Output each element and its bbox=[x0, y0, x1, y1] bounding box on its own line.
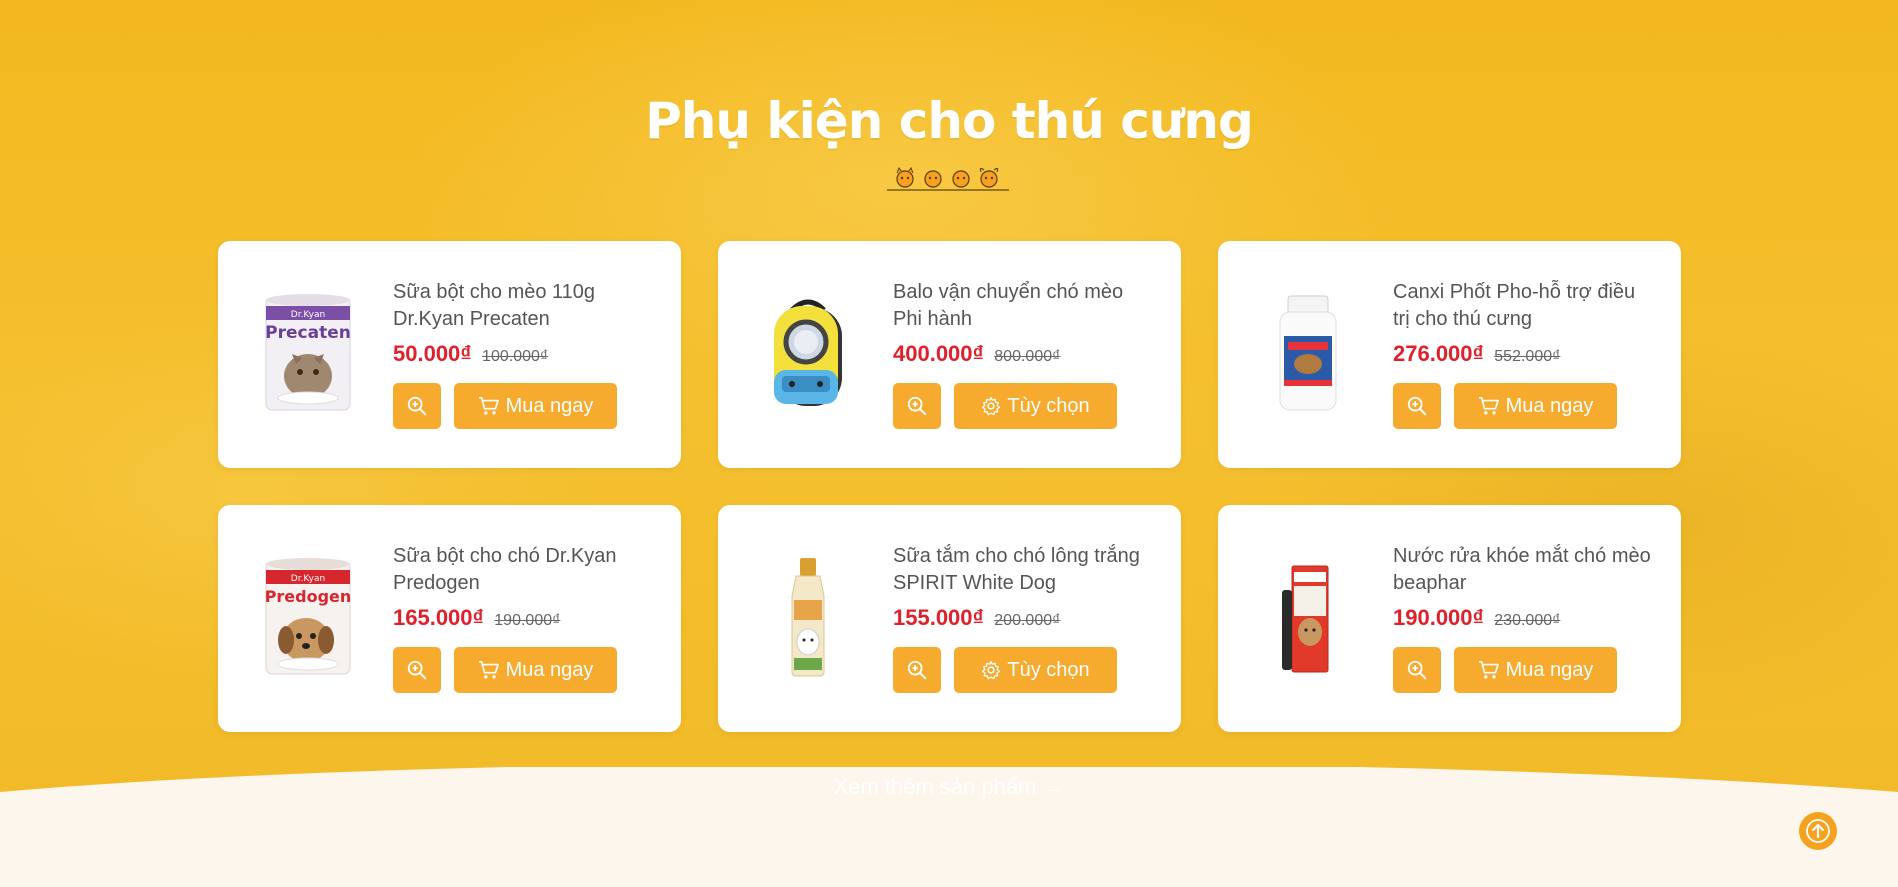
product-old-price: 200.000₫ bbox=[994, 612, 1061, 629]
product-old-price: 100.000₫ bbox=[482, 348, 549, 365]
product-price: 276.000₫ bbox=[1393, 341, 1484, 366]
svg-text:Dr.Kyan: Dr.Kyan bbox=[291, 310, 325, 320]
product-price: 400.000₫ bbox=[893, 341, 984, 366]
buy-now-label: Mua ngay bbox=[505, 658, 594, 681]
product-prices: 155.000₫ 200.000₫ bbox=[893, 605, 1060, 631]
zoom-in-icon bbox=[407, 396, 427, 416]
product-image[interactable]: Dr.Kyan Predogen bbox=[256, 543, 360, 693]
buy-now-button[interactable]: Mua ngay bbox=[1454, 647, 1617, 693]
options-button[interactable]: Tùy chọn bbox=[954, 383, 1117, 429]
quick-view-button[interactable] bbox=[893, 383, 941, 429]
product-prices: 190.000₫ 230.000₫ bbox=[1393, 605, 1560, 631]
gear-icon bbox=[982, 397, 1001, 416]
product-image[interactable] bbox=[756, 279, 860, 429]
product-card[interactable]: Balo vận chuyển chó mèo Phi hành 400.000… bbox=[718, 241, 1181, 468]
product-card[interactable]: Sữa tắm cho chó lông trắng SPIRIT White … bbox=[718, 505, 1181, 732]
back-to-top-button[interactable] bbox=[1799, 812, 1837, 850]
product-old-price: 800.000₫ bbox=[994, 348, 1061, 365]
gear-icon bbox=[982, 661, 1001, 680]
svg-text:Predogen: Predogen bbox=[265, 587, 352, 606]
product-card[interactable]: Nước rửa khóe mắt chó mèo beaphar 190.00… bbox=[1218, 505, 1681, 732]
zoom-in-icon bbox=[907, 660, 927, 680]
product-image[interactable] bbox=[1256, 279, 1360, 429]
buy-now-label: Mua ngay bbox=[1505, 658, 1594, 681]
product-price: 190.000₫ bbox=[1393, 605, 1484, 630]
product-prices: 165.000₫ 190.000₫ bbox=[393, 605, 560, 631]
pets-divider-icon bbox=[887, 166, 1009, 191]
cart-icon bbox=[478, 661, 499, 679]
product-price: 50.000₫ bbox=[393, 341, 472, 366]
buy-now-button[interactable]: Mua ngay bbox=[1454, 383, 1617, 429]
product-card[interactable]: Dr.Kyan Predogen Sữa bột cho chó Dr.Kyan… bbox=[218, 505, 681, 732]
product-name[interactable]: Balo vận chuyển chó mèo Phi hành bbox=[893, 279, 1153, 333]
product-card[interactable]: Dr.Kyan Precaten Sữa bột cho mèo 110g Dr… bbox=[218, 241, 681, 468]
zoom-in-icon bbox=[1407, 396, 1427, 416]
cart-icon bbox=[478, 397, 499, 415]
svg-text:Dr.Kyan: Dr.Kyan bbox=[291, 574, 325, 584]
product-old-price: 230.000₫ bbox=[1494, 612, 1561, 629]
quick-view-button[interactable] bbox=[393, 383, 441, 429]
product-card[interactable]: Canxi Phốt Pho-hỗ trợ điều trị cho thú c… bbox=[1218, 241, 1681, 468]
quick-view-button[interactable] bbox=[893, 647, 941, 693]
product-name[interactable]: Sữa tắm cho chó lông trắng SPIRIT White … bbox=[893, 543, 1153, 597]
zoom-in-icon bbox=[1407, 660, 1427, 680]
cart-icon bbox=[1478, 661, 1499, 679]
view-more-link[interactable]: Xem thêm sản phẩm → bbox=[833, 774, 1064, 799]
view-more-products: Xem thêm sản phẩm → bbox=[0, 774, 1898, 800]
quick-view-button[interactable] bbox=[1393, 647, 1441, 693]
quick-view-button[interactable] bbox=[1393, 383, 1441, 429]
product-image[interactable] bbox=[756, 543, 860, 693]
product-image[interactable]: Dr.Kyan Precaten bbox=[256, 279, 360, 429]
product-prices: 400.000₫ 800.000₫ bbox=[893, 341, 1060, 367]
quick-view-button[interactable] bbox=[393, 647, 441, 693]
zoom-in-icon bbox=[407, 660, 427, 680]
product-old-price: 190.000₫ bbox=[494, 612, 561, 629]
supplement-bottle-icon bbox=[1279, 295, 1337, 411]
product-price: 165.000₫ bbox=[393, 605, 484, 630]
options-button[interactable]: Tùy chọn bbox=[954, 647, 1117, 693]
options-label: Tùy chọn bbox=[1007, 658, 1090, 681]
product-name[interactable]: Sữa bột cho mèo 110g Dr.Kyan Precaten bbox=[393, 279, 653, 333]
milk-can-cat-icon: Dr.Kyan Precaten bbox=[265, 294, 351, 411]
section-title: Phụ kiện cho thú cưng bbox=[645, 92, 1254, 150]
product-price: 155.000₫ bbox=[893, 605, 984, 630]
product-old-price: 552.000₫ bbox=[1494, 348, 1561, 365]
product-name[interactable]: Canxi Phốt Pho-hỗ trợ điều trị cho thú c… bbox=[1393, 279, 1653, 333]
product-prices: 50.000₫ 100.000₫ bbox=[393, 341, 548, 367]
svg-text:Precaten: Precaten bbox=[265, 323, 351, 343]
buy-now-label: Mua ngay bbox=[505, 394, 594, 417]
milk-can-dog-icon: Dr.Kyan Predogen bbox=[265, 558, 352, 675]
product-name[interactable]: Nước rửa khóe mắt chó mèo beaphar bbox=[1393, 543, 1653, 597]
zoom-in-icon bbox=[907, 396, 927, 416]
options-label: Tùy chọn bbox=[1007, 394, 1090, 417]
buy-now-label: Mua ngay bbox=[1505, 394, 1594, 417]
arrow-up-icon bbox=[1806, 819, 1830, 843]
product-image[interactable] bbox=[1256, 543, 1360, 693]
cart-icon bbox=[1478, 397, 1499, 415]
pet-backpack-icon bbox=[774, 299, 842, 406]
buy-now-button[interactable]: Mua ngay bbox=[454, 647, 617, 693]
buy-now-button[interactable]: Mua ngay bbox=[454, 383, 617, 429]
product-prices: 276.000₫ 552.000₫ bbox=[1393, 341, 1560, 367]
eye-cleaner-box-icon bbox=[1282, 565, 1329, 673]
product-name[interactable]: Sữa bột cho chó Dr.Kyan Predogen bbox=[393, 543, 653, 597]
shampoo-bottle-icon bbox=[791, 558, 825, 677]
